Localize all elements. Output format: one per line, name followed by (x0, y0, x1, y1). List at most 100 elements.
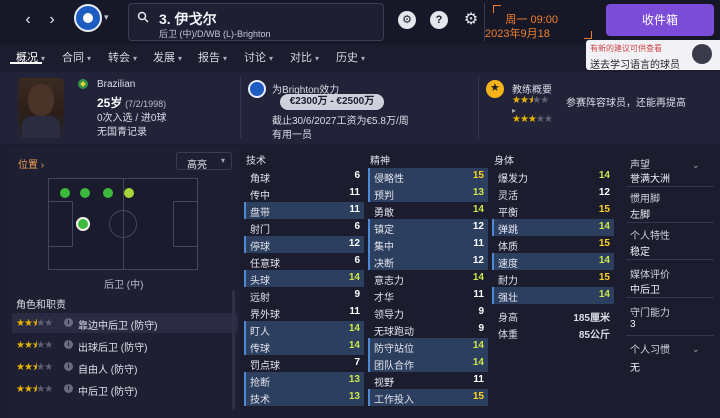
attribute-row[interactable]: 任意球 6 (244, 253, 364, 270)
rep-value: 誉满大洲 (630, 174, 670, 185)
divider (626, 186, 714, 187)
role-row[interactable]: ★★⯨★★ i 出球后卫 (防守) (12, 335, 238, 355)
badge-icon[interactable]: ⚙ (398, 11, 416, 29)
attribute-row[interactable]: 弹跳 14 (492, 219, 614, 236)
attribute-row[interactable]: 强壮 14 (492, 287, 614, 304)
attribute-name: 盘带 (250, 208, 270, 219)
attribute-value: 13 (348, 374, 360, 385)
attribute-name: 爆发力 (498, 174, 528, 185)
date-display[interactable]: 周一 09:00 2023年9月18日 (484, 3, 594, 56)
inbox-button[interactable]: 收件箱 (606, 4, 714, 36)
attribute-value: 9 (478, 323, 484, 334)
attribute-row[interactable]: 决断 12 (368, 253, 488, 270)
player-search-box[interactable]: 3. 伊戈尔 后卫 (中)/D/WB (L)-Brighton (128, 3, 384, 41)
chevron-down-icon: ▾ (133, 54, 138, 63)
attribute-row[interactable]: 侵略性 15 (368, 168, 488, 185)
info-icon[interactable]: i (64, 384, 73, 393)
tab-compare[interactable]: 对比 ▾ (290, 49, 319, 65)
highlight-marker (244, 338, 246, 355)
attribute-row[interactable]: 界外球 11 (244, 304, 364, 321)
tab-contract[interactable]: 合同 ▾ (62, 49, 91, 65)
attribute-row[interactable]: 盘带 11 (244, 202, 364, 219)
pitch-center-circle (109, 210, 137, 238)
role-row[interactable]: ★★⯨★★ i 中后卫 (防守) (12, 379, 238, 399)
tab-label: 发展 (153, 52, 175, 64)
attribute-name: 平衡 (498, 208, 518, 219)
attribute-row[interactable]: 技术 13 (244, 389, 364, 406)
role-row[interactable]: ★★⯨★★ i 靠边中后卫 (防守) (12, 313, 238, 333)
club-badge-icon[interactable] (74, 4, 102, 32)
attribute-row[interactable]: 灵活 12 (492, 185, 614, 202)
gear-icon[interactable]: ⚙ (462, 11, 480, 29)
attribute-row[interactable]: 盯人 14 (244, 321, 364, 338)
attribute-value: 14 (598, 221, 610, 232)
attribute-row[interactable]: 远射 9 (244, 287, 364, 304)
gk-label: 守门能力 (630, 308, 670, 319)
attribute-row[interactable]: 抢断 13 (244, 372, 364, 389)
attribute-row[interactable]: 传中 11 (244, 185, 364, 202)
info-icon[interactable]: i (64, 318, 73, 327)
attribute-row[interactable]: 爆发力 14 (492, 168, 614, 185)
attribute-value: 13 (472, 187, 484, 198)
value-range-pill[interactable]: €2300万 - €2500万 (280, 94, 384, 110)
info-icon[interactable]: i (64, 340, 73, 349)
attribute-row[interactable]: 勇敢 14 (368, 202, 488, 219)
highlight-marker (368, 185, 370, 202)
attribute-row[interactable]: 角球 6 (244, 168, 364, 185)
attribute-row[interactable]: 团队合作 14 (368, 355, 488, 372)
position-title[interactable]: 位置 › (18, 156, 44, 171)
attribute-row[interactable]: 才华 11 (368, 287, 488, 304)
attribute-row[interactable]: 工作投入 15 (368, 389, 488, 406)
chevron-down-icon[interactable]: ▾ (104, 12, 109, 23)
highlight-marker (368, 389, 370, 406)
attribute-row[interactable]: 耐力 15 (492, 270, 614, 287)
help-icon[interactable]: ? (430, 11, 448, 29)
role-row[interactable]: ★★⯨★★ i 自由人 (防守) (12, 357, 238, 377)
back-arrow-icon[interactable]: ‹ (18, 10, 38, 30)
attribute-row[interactable]: 停球 12 (244, 236, 364, 253)
position-title-label: 位置 (18, 160, 38, 171)
rep-label: 声望 (630, 160, 650, 171)
technical-title: 技术 (246, 156, 266, 167)
attribute-row[interactable]: 领导力 9 (368, 304, 488, 321)
tab-development[interactable]: 发展 ▾ (153, 49, 182, 65)
tab-reports[interactable]: 报告 ▾ (198, 49, 227, 65)
attribute-row[interactable]: 头球 14 (244, 270, 364, 287)
attribute-name: 体质 (498, 242, 518, 253)
attribute-row[interactable]: 无球跑动 9 (368, 321, 488, 338)
attribute-row[interactable]: 集中 11 (368, 236, 488, 253)
mental-title: 精神 (370, 156, 390, 167)
nationality: Brazilian (97, 79, 136, 90)
highlight-dropdown[interactable]: 高亮 ▾ (176, 152, 232, 171)
attribute-row[interactable]: 体质 15 (492, 236, 614, 253)
player-face-image (18, 78, 64, 138)
chevron-down-icon[interactable]: ⌄ (692, 160, 700, 171)
forward-arrow-icon[interactable]: › (42, 10, 62, 30)
notification-text: 送去学习语言的球员 (590, 60, 680, 71)
attribute-name: 技术 (250, 395, 270, 406)
attribute-row[interactable]: 平衡 15 (492, 202, 614, 219)
attribute-row[interactable]: 镇定 12 (368, 219, 488, 236)
tab-transfer[interactable]: 转会 ▾ (108, 49, 137, 65)
chevron-down-icon: ▾ (269, 54, 274, 63)
tab-label: 历史 (336, 52, 358, 64)
scrollbar[interactable] (232, 290, 235, 410)
attribute-row[interactable]: 视野 11 (368, 372, 488, 389)
attribute-value: 6 (354, 170, 360, 181)
attribute-row[interactable]: 射门 6 (244, 219, 364, 236)
tab-discuss[interactable]: 讨论 ▾ (244, 49, 273, 65)
chevron-down-icon[interactable]: ⌄ (692, 344, 700, 355)
tab-history[interactable]: 历史 ▾ (336, 49, 365, 65)
divider (478, 76, 479, 138)
info-icon[interactable]: i (64, 362, 73, 371)
attribute-row[interactable]: 传球 14 (244, 338, 364, 355)
attribute-row[interactable]: 意志力 14 (368, 270, 488, 287)
chevron-down-icon: ▾ (361, 54, 366, 63)
notification-popup[interactable]: 有新的建议可供查看 送去学习语言的球员 (586, 40, 720, 71)
attribute-row[interactable]: 预判 13 (368, 185, 488, 202)
attribute-row[interactable]: 防守站位 14 (368, 338, 488, 355)
attribute-name: 决断 (374, 259, 394, 270)
attribute-row[interactable]: 罚点球 7 (244, 355, 364, 372)
tab-label: 讨论 (244, 52, 266, 64)
attribute-row[interactable]: 速度 14 (492, 253, 614, 270)
